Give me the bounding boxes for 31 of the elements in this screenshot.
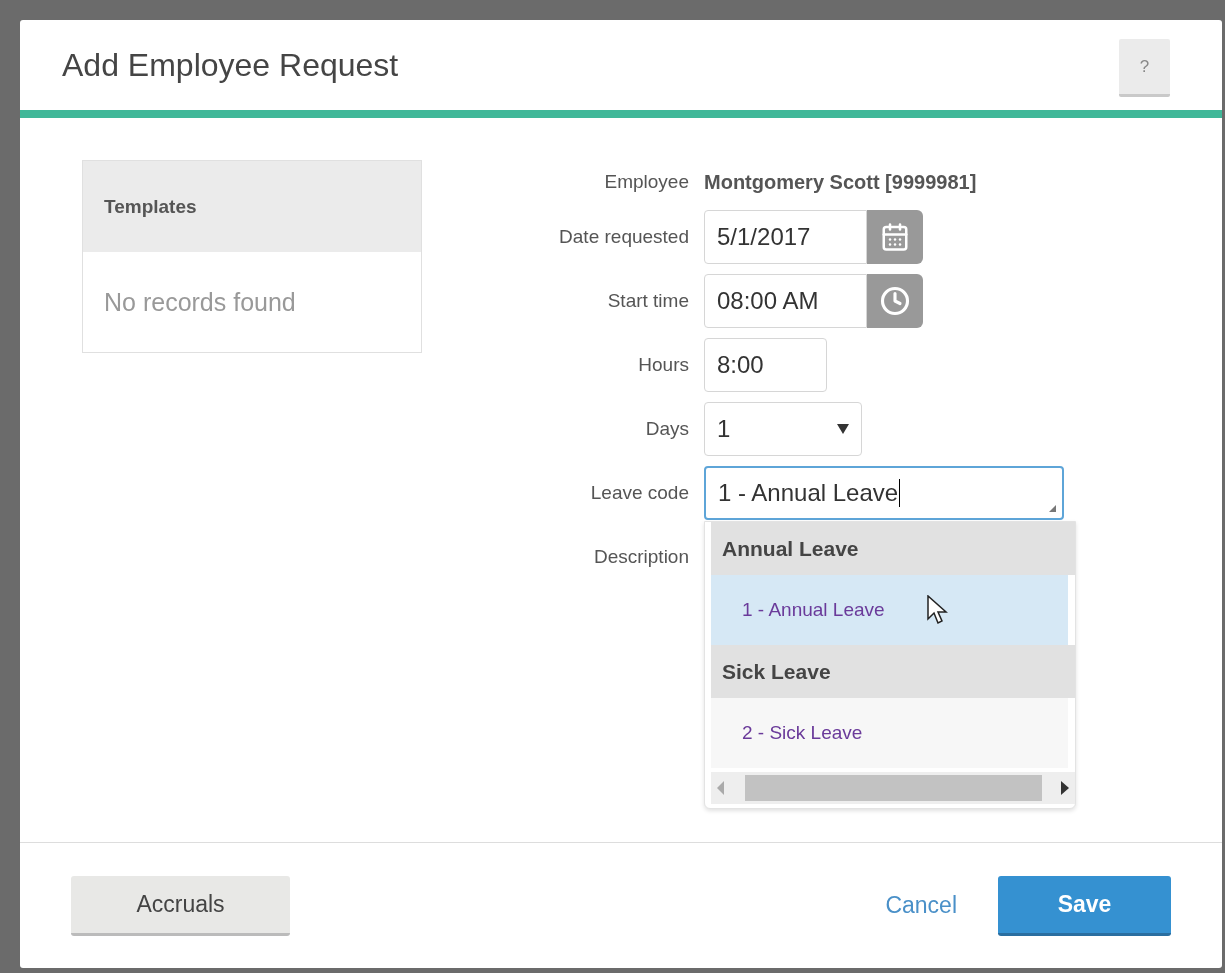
panel-title: Templates — [104, 195, 197, 218]
clock-icon — [880, 286, 910, 316]
field-label: Date requested — [559, 226, 689, 248]
calendar-button[interactable] — [867, 210, 923, 264]
dropdown-caret-icon — [837, 424, 849, 434]
field-label: Description — [593, 546, 689, 568]
hours-field[interactable]: 8:00 — [704, 338, 827, 392]
days-select[interactable]: 1 — [704, 402, 862, 456]
clock-button[interactable] — [867, 274, 923, 328]
employee-name: Montgomery Scott [9999981] — [704, 170, 977, 194]
dropdown-option[interactable]: 2 - Sick Leave — [711, 698, 1068, 768]
field-label: Start time — [607, 290, 689, 312]
accruals-button[interactable]: Accruals — [71, 875, 290, 936]
time-field[interactable]: 08:00 AM — [704, 274, 867, 328]
mouse-pointer-icon — [927, 595, 949, 627]
dialog-title: Add Employee Request — [62, 46, 399, 84]
resize-handle-icon[interactable] — [1049, 505, 1056, 512]
dropdown-option[interactable]: 1 - Annual Leave — [711, 575, 1068, 645]
scroll-right-icon[interactable] — [1061, 781, 1069, 795]
empty-message: No records found — [103, 286, 297, 318]
calendar-icon — [880, 222, 910, 252]
scroll-left-icon[interactable] — [717, 781, 725, 795]
leave-code-field[interactable]: 1 - Annual Leave — [704, 466, 1064, 520]
date-field[interactable]: 5/1/2017 — [704, 210, 867, 264]
field-label: Leave code — [590, 482, 689, 504]
field-label: Hours — [638, 354, 689, 376]
horizontal-scrollbar[interactable] — [711, 772, 1075, 804]
group-header: Annual Leave — [711, 522, 1075, 575]
field-label: Employee — [604, 171, 689, 193]
field-label: Days — [645, 418, 689, 440]
group-header: Sick Leave — [711, 645, 1075, 698]
